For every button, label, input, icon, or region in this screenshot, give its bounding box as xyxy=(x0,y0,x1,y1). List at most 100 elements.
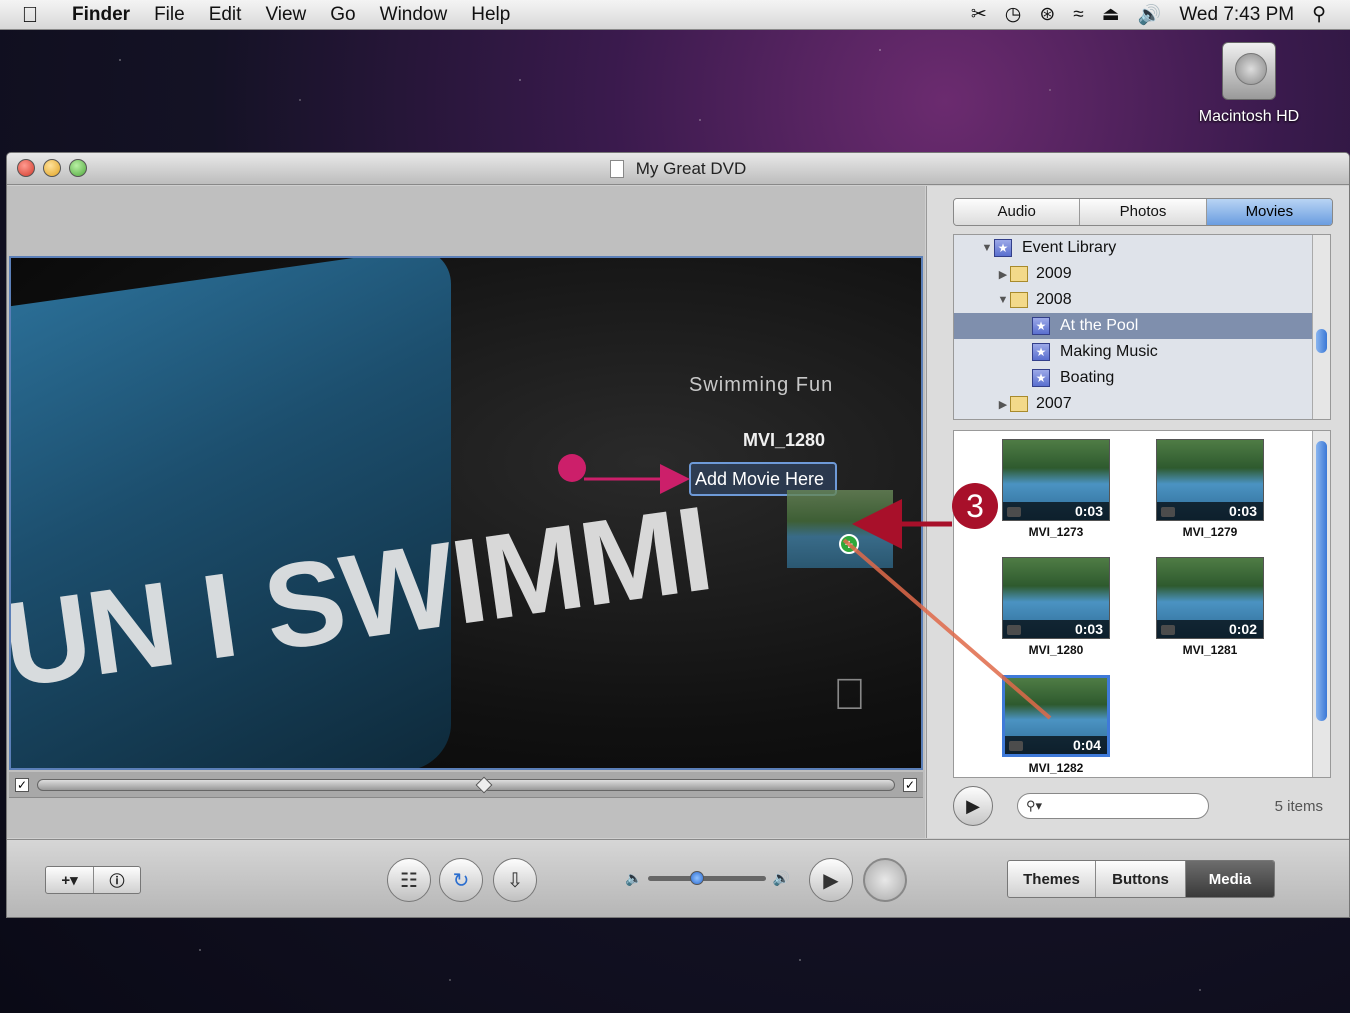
tree-event-at-the-pool[interactable]: ★ At the Pool xyxy=(954,313,1330,339)
scrubber-knob[interactable] xyxy=(475,776,493,793)
media-button[interactable]: Media xyxy=(1186,861,1274,897)
movie-name: MVI_1280 xyxy=(1028,643,1084,657)
zoom-window-button[interactable] xyxy=(69,159,87,177)
minimize-window-button[interactable] xyxy=(43,159,61,177)
movie-duration: 0:03 xyxy=(1157,502,1263,520)
tab-movies[interactable]: Movies xyxy=(1206,199,1332,225)
menu-file[interactable]: File xyxy=(142,4,197,26)
movie-duration: 0:02 xyxy=(1157,620,1263,638)
tree-label: Boating xyxy=(1060,369,1115,386)
motion-loop-icon[interactable]: ↻ xyxy=(439,858,483,902)
volume-high-icon: 🔊 xyxy=(772,870,790,886)
outro-checkbox[interactable]: ✓ xyxy=(903,777,917,792)
disclosure-closed-icon[interactable]: ▶ xyxy=(996,268,1010,281)
tree-event-library[interactable]: ▼ ★ Event Library xyxy=(954,235,1330,261)
play-button[interactable]: ▶ xyxy=(809,858,853,902)
item-count: 5 items xyxy=(1274,797,1323,815)
movie-thumbnail[interactable]: 0:03 MVI_1273 xyxy=(1002,439,1110,539)
event-library-tree: ▼ ★ Event Library ▶ 2009 ▼ 2008 ★ At the… xyxy=(953,234,1331,420)
menu-clock[interactable]: Wed 7:43 PM xyxy=(1179,4,1294,26)
scrollbar-thumb[interactable] xyxy=(1316,329,1327,353)
add-plus-icon: + xyxy=(839,534,859,554)
map-view-icon[interactable]: ☷ xyxy=(387,858,431,902)
burn-icon[interactable]: ⇩ xyxy=(493,858,537,902)
search-icon: ⚲▾ xyxy=(1026,798,1043,813)
tree-scrollbar[interactable] xyxy=(1312,235,1330,419)
scissors-icon[interactable]: ✂ xyxy=(971,3,987,26)
window-titlebar[interactable]: My Great DVD xyxy=(7,153,1349,185)
burn-aperture-icon[interactable] xyxy=(863,858,907,902)
close-window-button[interactable] xyxy=(17,159,35,177)
scrollbar-thumb[interactable] xyxy=(1316,441,1327,721)
disclosure-closed-icon[interactable]: ▶ xyxy=(996,398,1010,411)
menu-help[interactable]: Help xyxy=(459,4,522,26)
tree-event-boating[interactable]: ★ Boating xyxy=(954,365,1330,391)
bluetooth-icon[interactable]: ⊛ xyxy=(1039,3,1055,26)
eject-icon[interactable]: ⏏ xyxy=(1102,3,1120,26)
movie-thumbnail[interactable]: 0:03 MVI_1279 xyxy=(1156,439,1264,539)
step-callout: 3 xyxy=(952,483,998,529)
info-icon[interactable]: ⓘ xyxy=(94,867,140,893)
volume-icon[interactable]: 🔊 xyxy=(1138,3,1162,27)
hard-disk-icon xyxy=(1222,42,1276,100)
tab-audio[interactable]: Audio xyxy=(954,199,1081,225)
movie-preview-image: 0:03 xyxy=(1156,439,1264,521)
tab-photos[interactable]: Photos xyxy=(1080,199,1207,225)
themes-button[interactable]: Themes xyxy=(1008,861,1096,897)
menu-edit[interactable]: Edit xyxy=(197,4,254,26)
menu-go[interactable]: Go xyxy=(318,4,367,26)
movie-duration: 0:04 xyxy=(1005,736,1107,754)
event-icon: ★ xyxy=(1032,317,1050,335)
tree-event-making-music[interactable]: ★ Making Music xyxy=(954,339,1330,365)
movie-grid: 0:03 MVI_1273 0:03 MVI_1279 0:03 MVI_128… xyxy=(953,430,1331,778)
tree-label: At the Pool xyxy=(1060,317,1139,334)
idvd-window: My Great DVD UN I SWIMMI Swimming Fun MV… xyxy=(6,152,1350,918)
scrubber-track[interactable] xyxy=(37,776,895,793)
volume-track[interactable] xyxy=(648,871,767,885)
volume-low-icon: 🔈 xyxy=(625,870,643,886)
menu-view[interactable]: View xyxy=(253,4,318,26)
time-machine-icon[interactable]: ◷ xyxy=(1005,3,1022,26)
play-preview-button[interactable]: ▶ xyxy=(953,786,993,826)
tree-year-2009[interactable]: ▶ 2009 xyxy=(954,261,1330,287)
movie-name: MVI_1273 xyxy=(1028,525,1084,539)
apple-menu-icon[interactable]:  xyxy=(0,2,60,28)
buttons-button[interactable]: Buttons xyxy=(1096,861,1186,897)
movie-preview-image: 0:04 xyxy=(1002,675,1110,757)
dvd-menu-item[interactable]: MVI_1280 xyxy=(743,430,825,451)
tree-label: 2008 xyxy=(1036,291,1072,308)
dvd-menu-preview[interactable]: UN I SWIMMI Swimming Fun MVI_1280 Add Mo… xyxy=(9,256,923,770)
spotlight-search-icon[interactable]: ⚲ xyxy=(1312,3,1326,26)
movie-thumbnail[interactable]: 0:03 MVI_1280 xyxy=(1002,557,1110,657)
menu-bar:  Finder File Edit View Go Window Help ✂… xyxy=(0,0,1350,30)
intro-checkbox[interactable]: ✓ xyxy=(15,777,29,792)
movie-preview-image: 0:03 xyxy=(1002,439,1110,521)
add-plus-button[interactable]: +▾ xyxy=(46,867,94,893)
calendar-folder-icon xyxy=(1010,396,1028,412)
movie-grid-scrollbar[interactable] xyxy=(1312,431,1330,777)
calendar-folder-icon xyxy=(1010,266,1028,282)
tree-year-2007[interactable]: ▶ 2007 xyxy=(954,391,1330,417)
macintosh-hd-desktop-icon[interactable]: Macintosh HD xyxy=(1190,42,1308,126)
movie-thumbnail-selected[interactable]: 0:04 MVI_1282 xyxy=(1002,675,1110,775)
tree-label: 2007 xyxy=(1036,395,1072,412)
disclosure-open-icon[interactable]: ▼ xyxy=(980,242,994,254)
event-icon: ★ xyxy=(1032,343,1050,361)
apple-logo-icon:  xyxy=(833,670,866,720)
movie-name: MVI_1282 xyxy=(1028,761,1084,775)
disclosure-open-icon[interactable]: ▼ xyxy=(996,294,1010,306)
wifi-icon[interactable]: ≈ xyxy=(1073,4,1083,26)
movie-name: MVI_1279 xyxy=(1182,525,1238,539)
movie-preview-image: 0:02 xyxy=(1156,557,1264,639)
pane-switch-segment: Themes Buttons Media xyxy=(1007,860,1275,898)
movie-duration: 0:03 xyxy=(1003,620,1109,638)
volume-knob[interactable] xyxy=(690,871,705,885)
tree-year-2008[interactable]: ▼ 2008 xyxy=(954,287,1330,313)
movie-thumbnail[interactable]: 0:02 MVI_1281 xyxy=(1156,557,1264,657)
menu-app-name[interactable]: Finder xyxy=(60,4,142,26)
media-search-field[interactable]: ⚲▾ xyxy=(1017,793,1209,819)
menu-window[interactable]: Window xyxy=(368,4,460,26)
dragged-movie-thumbnail xyxy=(787,490,893,568)
dvd-menu-title[interactable]: Swimming Fun xyxy=(689,374,833,397)
bottom-toolbar: +▾ ⓘ ☷ ↻ ⇩ 🔈 🔊 ▶ Themes Buttons Media xyxy=(7,839,1349,917)
